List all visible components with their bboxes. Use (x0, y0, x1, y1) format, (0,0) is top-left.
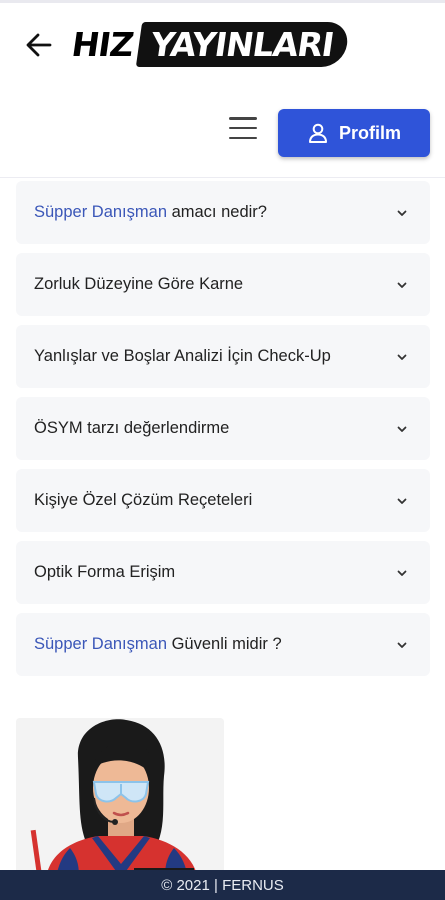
page: HIZ YAYINLARI Profilm Süpper Danışman am… (0, 0, 445, 900)
faq-question: Kişiye Özel Çözüm Reçeteleri (34, 491, 252, 510)
arrow-left-icon (26, 33, 52, 57)
chevron-down-icon (397, 354, 407, 360)
faq-question: Süpper Danışman Güvenli midir ? (34, 635, 282, 654)
header: HIZ YAYINLARI Profilm (0, 0, 445, 178)
hamburger-line (229, 136, 257, 139)
chevron-down-icon (397, 282, 407, 288)
faq-question: ÖSYM tarzı değerlendirme (34, 419, 229, 438)
back-button[interactable] (22, 28, 56, 62)
chevron-down-icon (397, 570, 407, 576)
logo[interactable]: HIZ YAYINLARI (69, 18, 351, 70)
faq-item[interactable]: Süpper Danışman Güvenli midir ? (16, 613, 430, 676)
faq-item[interactable]: Yanlışlar ve Boşlar Analizi İçin Check-U… (16, 325, 430, 388)
faq-question-text: Zorluk Düzeyine Göre Karne (34, 275, 244, 293)
faq-question: Optik Forma Erişim (34, 563, 175, 582)
footer: © 2021 | FERNUS (0, 870, 445, 900)
faq-question-text: Güvenli midir ? (167, 635, 282, 653)
faq-question-highlight: Süpper Danışman (34, 203, 167, 221)
hamburger-menu-icon[interactable] (229, 117, 257, 139)
faq-question-text: Kişiye Özel Çözüm Reçeteleri (34, 491, 253, 509)
chevron-down-icon (397, 210, 407, 216)
faq-question: Zorluk Düzeyine Göre Karne (34, 275, 243, 294)
chevron-down-icon (397, 642, 407, 648)
advisor-illustration (16, 718, 224, 878)
chevron-down-icon (397, 498, 407, 504)
advisor-character-image (16, 718, 224, 878)
faq-question-text: Optik Forma Erişim (34, 563, 176, 581)
faq-item[interactable]: Optik Forma Erişim (16, 541, 430, 604)
faq-accordion: Süpper Danışman amacı nedir? Zorluk Düze… (16, 181, 430, 685)
faq-item[interactable]: Kişiye Özel Çözüm Reçeteleri (16, 469, 430, 532)
faq-question: Süpper Danışman amacı nedir? (34, 203, 267, 222)
user-icon (308, 123, 327, 143)
faq-question: Yanlışlar ve Boşlar Analizi İçin Check-U… (34, 347, 331, 366)
footer-copyright: © 2021 | FERNUS (161, 876, 284, 894)
faq-question-text: amacı nedir? (167, 203, 267, 221)
profile-button-label: Profilm (338, 122, 401, 143)
chevron-down-icon (397, 426, 407, 432)
faq-item[interactable]: Süpper Danışman amacı nedir? (16, 181, 430, 244)
hamburger-line (229, 117, 257, 120)
logo-hiz-text: HIZ (69, 24, 136, 64)
faq-item[interactable]: ÖSYM tarzı değerlendirme (16, 397, 430, 460)
faq-question-text: ÖSYM tarzı değerlendirme (34, 419, 230, 437)
profile-button[interactable]: Profilm (278, 109, 430, 157)
top-divider (0, 0, 445, 3)
hamburger-line (229, 126, 257, 130)
faq-item[interactable]: Zorluk Düzeyine Göre Karne (16, 253, 430, 316)
faq-question-text: Yanlışlar ve Boşlar Analizi İçin Check-U… (34, 347, 331, 365)
logo-yayinlari-text: YAYINLARI (135, 21, 351, 67)
faq-question-highlight: Süpper Danışman (34, 635, 167, 653)
